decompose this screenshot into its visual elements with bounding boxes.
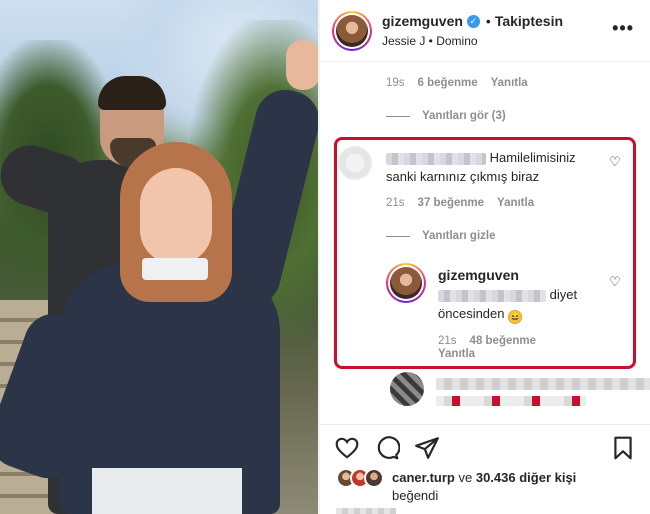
verified-icon: ✓ bbox=[466, 14, 480, 28]
comments-panel: gizemguven ✓ • Takiptesin Jessie J • Dom… bbox=[320, 0, 650, 514]
replies-line bbox=[386, 115, 410, 117]
likers-avatars[interactable] bbox=[336, 468, 388, 488]
view-replies-button[interactable]: Yanıtları gör (3) bbox=[386, 110, 506, 122]
blurred-date bbox=[336, 508, 396, 514]
reply-text-part1: diyet bbox=[549, 287, 578, 302]
comment-likes[interactable]: 37 beğenme bbox=[418, 197, 484, 209]
liker-avatar bbox=[364, 468, 384, 488]
blurred-username bbox=[386, 152, 486, 165]
photo-woman-hand bbox=[286, 40, 318, 90]
rofl-emoji-icon: 😆 bbox=[508, 310, 523, 324]
first-liker[interactable]: caner.turp bbox=[392, 470, 455, 485]
reply-heart-icon[interactable]: ♡ bbox=[608, 275, 622, 289]
heart-icon[interactable] bbox=[334, 435, 360, 461]
likes-line: caner.turp ve 30.436 diğer kişi bbox=[392, 470, 576, 485]
reply-text-part2: öncesinden bbox=[438, 306, 505, 321]
reply-text: diyet öncesinden 😆 bbox=[438, 285, 608, 324]
comment-time: 19s bbox=[386, 77, 405, 89]
more-icon[interactable]: ••• bbox=[612, 18, 634, 39]
reply-author-avatar[interactable] bbox=[386, 263, 426, 303]
commenter-avatar[interactable] bbox=[338, 146, 372, 180]
hide-replies-button[interactable]: Yanıtları gizle bbox=[386, 230, 496, 242]
blurred-avatar bbox=[390, 372, 424, 406]
highlighted-comment-text: Hamilelimisiniz sanki karnınız çıkmış bi… bbox=[386, 148, 606, 186]
reply-time: 21s bbox=[438, 335, 457, 347]
post-header: gizemguven ✓ • Takiptesin Jessie J • Dom… bbox=[320, 0, 650, 62]
replies-line bbox=[386, 235, 410, 237]
likes-suffix: beğendi bbox=[392, 488, 439, 503]
hide-replies-label: Yanıtları gizle bbox=[422, 230, 496, 242]
post-photo bbox=[0, 0, 318, 514]
reply-meta: 21s 48 beğenme bbox=[438, 335, 536, 347]
action-bar bbox=[320, 424, 650, 468]
photo-collar bbox=[142, 258, 208, 280]
reply-button[interactable]: Yanıtla bbox=[438, 348, 475, 360]
reply-button[interactable]: Yanıtla bbox=[491, 77, 528, 89]
blurred-comment bbox=[386, 372, 650, 420]
follow-separator: • bbox=[485, 13, 491, 29]
likes-connector: ve bbox=[458, 470, 473, 485]
comment-likes[interactable]: 6 beğenme bbox=[418, 77, 478, 89]
reply-author-username[interactable]: gizemguven bbox=[438, 267, 519, 283]
author-username[interactable]: gizemguven bbox=[382, 13, 463, 29]
reply-likes[interactable]: 48 beğenme bbox=[470, 335, 536, 347]
comment-heart-icon[interactable]: ♡ bbox=[608, 155, 622, 169]
other-likers[interactable]: 30.436 diğer kişi bbox=[476, 470, 576, 485]
reply-button[interactable]: Yanıtla bbox=[497, 197, 534, 209]
view-replies-label: Yanıtları gör (3) bbox=[422, 110, 506, 122]
blurred-text-line bbox=[436, 378, 650, 390]
photo-shirt-hem bbox=[92, 468, 242, 514]
comment-icon[interactable] bbox=[374, 435, 400, 461]
audio-track[interactable]: Jessie J • Domino bbox=[382, 34, 478, 48]
comment-meta-top: 19s 6 beğenme Yanıtla bbox=[386, 77, 528, 89]
share-icon[interactable] bbox=[414, 435, 440, 461]
comment-time: 21s bbox=[386, 197, 405, 209]
following-button[interactable]: Takiptesin bbox=[495, 13, 563, 29]
blurred-mention bbox=[438, 289, 546, 302]
comment-meta-highlighted: 21s 37 beğenme Yanıtla bbox=[386, 197, 534, 209]
photo-woman-face bbox=[140, 168, 212, 264]
blurred-text-line bbox=[436, 396, 586, 406]
save-icon[interactable] bbox=[610, 435, 636, 461]
author-row: gizemguven ✓ • Takiptesin bbox=[382, 13, 563, 29]
author-avatar[interactable] bbox=[332, 11, 372, 51]
